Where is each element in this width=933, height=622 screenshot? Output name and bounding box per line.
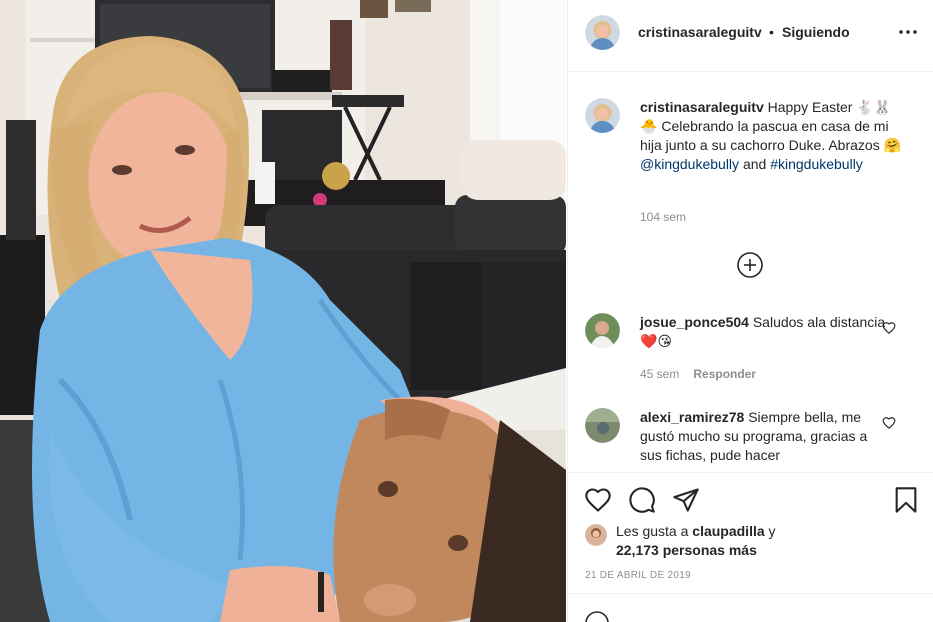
- comment-text: josue_ponce504 Saludos ala distancia ❤️😘: [640, 313, 890, 351]
- post-date[interactable]: 21 DE ABRIL DE 2019: [585, 570, 691, 581]
- emoji-icon[interactable]: [584, 610, 610, 622]
- plus-circle-icon[interactable]: [736, 251, 764, 279]
- liker-username[interactable]: claupadilla: [692, 523, 764, 539]
- comment-username[interactable]: alexi_ramirez78: [640, 409, 744, 425]
- send-icon[interactable]: [672, 486, 700, 514]
- caption-avatar[interactable]: [585, 98, 620, 133]
- comment-meta: 45 sem Responder: [640, 367, 756, 381]
- commenter-avatar[interactable]: [585, 313, 620, 348]
- following-button[interactable]: Siguiendo: [782, 24, 850, 40]
- comment-like-icon[interactable]: [882, 321, 896, 335]
- post-details-panel: cristinasaraleguitv • Siguiendo cristina…: [567, 0, 933, 622]
- post-image: [0, 0, 566, 622]
- comment-item: alexi_ramirez78 Siempre bella, me gustó …: [585, 408, 920, 470]
- action-bar: [568, 480, 933, 520]
- post-header: cristinasaraleguitv • Siguiendo: [568, 0, 933, 72]
- likes-prefix: Les gusta a: [616, 523, 689, 539]
- caption-and: and: [742, 156, 767, 172]
- heart-kiss-emoji: ❤️😘: [640, 333, 673, 349]
- caption-text: cristinasaraleguitv Happy Easter 🐇🐰 🐣 Ce…: [640, 98, 902, 174]
- comment-username[interactable]: josue_ponce504: [640, 314, 749, 330]
- caption-username[interactable]: cristinasaraleguitv: [640, 99, 764, 115]
- comment-body: Saludos ala distancia: [752, 314, 886, 330]
- separator-dot: •: [769, 24, 774, 40]
- bookmark-icon[interactable]: [892, 486, 920, 514]
- chick-emoji: 🐣: [640, 118, 658, 134]
- author-username[interactable]: cristinasaraleguitv: [638, 24, 762, 40]
- bunny-emoji: 🐰: [873, 99, 892, 115]
- comment-like-icon[interactable]: [882, 416, 896, 430]
- likes-count[interactable]: 22,173 personas más: [616, 542, 757, 558]
- caption-part-1: Happy Easter: [767, 99, 853, 115]
- comment-icon[interactable]: [628, 486, 656, 514]
- add-comment-bar: [568, 594, 933, 622]
- reply-button[interactable]: Responder: [693, 367, 756, 381]
- post-photo[interactable]: [0, 0, 566, 622]
- liker-avatar[interactable]: [585, 524, 607, 546]
- comment-time: 45 sem: [640, 367, 680, 381]
- author-avatar[interactable]: [585, 15, 620, 50]
- hashtag-link[interactable]: #kingdukebully: [770, 156, 863, 172]
- commenter-avatar[interactable]: [585, 408, 620, 443]
- heart-icon[interactable]: [584, 486, 612, 514]
- caption-part-2: Celebrando la pascua en casa de mi hija …: [640, 118, 889, 153]
- likes-conj: y: [768, 523, 776, 539]
- comment-text: alexi_ramirez78 Siempre bella, me gustó …: [640, 408, 890, 465]
- more-horizontal-icon[interactable]: [898, 24, 918, 40]
- likes-text: Les gusta a claupadilla y 22,173 persona…: [616, 522, 906, 560]
- actions-divider: [568, 472, 933, 473]
- hug-emoji: 🤗: [883, 137, 902, 153]
- caption-time: 104 sem: [640, 210, 687, 224]
- rabbit-emoji: 🐇: [856, 99, 874, 115]
- mention-link[interactable]: @kingdukebully: [640, 156, 739, 172]
